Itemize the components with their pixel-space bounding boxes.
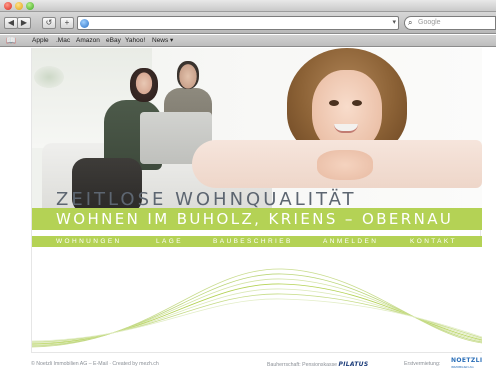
hero-headline: ZEITLOSE WOHNQUALITÄT: [56, 189, 357, 210]
subheadline-banner: WOHNEN IM BUHOLZ, KRIENS – OBERNAU: [32, 208, 482, 230]
noetzli-logo[interactable]: NOETZLI IMMOBILIEN AG: [451, 357, 483, 371]
man-head: [177, 61, 199, 89]
bookmark-yahoo[interactable]: Yahoo!: [125, 35, 145, 46]
reload-icon: ↺: [45, 18, 53, 27]
search-icon: ⌕: [408, 18, 413, 27]
nav-wohnungen[interactable]: WOHNUNGEN: [56, 236, 122, 247]
back-button[interactable]: ◀: [4, 17, 18, 29]
bookmark-news[interactable]: News ▾: [152, 35, 173, 46]
bookmark-mac[interactable]: .Mac: [56, 35, 70, 46]
bookmark-ebay[interactable]: eBay: [106, 35, 121, 46]
nav-anmelden[interactable]: ANMELDEN: [323, 236, 378, 247]
reload-button[interactable]: ↺: [42, 17, 56, 29]
pilatus-logo[interactable]: PILATUS: [339, 361, 369, 368]
search-placeholder: Google: [418, 19, 441, 26]
forward-button[interactable]: ▶: [17, 17, 31, 29]
footer-agent-label: Erstvermietung:: [404, 361, 441, 367]
zoom-window-button[interactable]: [26, 2, 34, 10]
noetzli-logo-text: NOETZLI: [451, 357, 483, 364]
hero-photo: ZEITLOSE WOHNQUALITÄT: [32, 48, 482, 213]
add-bookmark-button[interactable]: +: [60, 17, 74, 29]
address-bar[interactable]: ▾: [77, 16, 399, 30]
plus-icon: +: [64, 18, 70, 27]
back-arrow-icon: ◀: [7, 18, 15, 27]
noetzli-logo-sub: IMMOBILIEN AG: [451, 365, 474, 369]
search-field[interactable]: ⌕ Google: [404, 16, 496, 30]
bookmark-amazon[interactable]: Amazon: [76, 35, 100, 46]
subheadline-text: WOHNEN IM BUHOLZ, KRIENS – OBERNAU: [56, 210, 454, 228]
bookmarks-book-icon[interactable]: 📖: [6, 36, 16, 46]
wave-line: [32, 298, 482, 342]
close-window-button[interactable]: [4, 2, 12, 10]
footer-client-label: Bauherrschaft: Pensionskasse: [267, 362, 338, 368]
web-page: ZEITLOSE WOHNQUALITÄT WOHNEN IM BUHOLZ, …: [0, 48, 496, 385]
girl-right-eye: [352, 100, 362, 106]
main-navigation: WOHNUNGEN LAGE BAUBESCHRIEB ANMELDEN KON…: [32, 236, 482, 247]
girl-hands: [317, 150, 373, 180]
address-dropdown-icon[interactable]: ▾: [392, 17, 396, 29]
decorative-wave-lines: [32, 268, 482, 348]
footer-copyright[interactable]: © Noetzli Immobilien AG – E-Mail · Creat…: [31, 361, 159, 367]
window-titlebar: [0, 0, 496, 12]
minimize-window-button[interactable]: [15, 2, 23, 10]
nav-kontakt[interactable]: KONTAKT: [410, 236, 457, 247]
site-favicon-icon: [80, 19, 89, 28]
plant-decoration: [34, 66, 64, 88]
bookmark-apple[interactable]: Apple: [32, 35, 49, 46]
footer-client: Bauherrschaft: Pensionskasse PILATUS: [267, 361, 368, 368]
girl-left-eye: [329, 100, 339, 106]
site-frame: ZEITLOSE WOHNQUALITÄT WOHNEN IM BUHOLZ, …: [31, 48, 482, 353]
woman-head: [130, 68, 158, 102]
nav-baubeschrieb[interactable]: BAUBESCHRIEB: [213, 236, 293, 247]
content-area: [32, 247, 482, 353]
browser-toolbar: ◀ ▶ ↺ + ▾ ⌕ Google: [0, 12, 496, 34]
nav-lage[interactable]: LAGE: [156, 236, 183, 247]
bookmarks-bar: 📖 Apple .Mac Amazon eBay Yahoo! News ▾: [0, 35, 496, 47]
footer: © Noetzli Immobilien AG – E-Mail · Creat…: [31, 357, 483, 372]
forward-arrow-icon: ▶: [20, 18, 28, 27]
